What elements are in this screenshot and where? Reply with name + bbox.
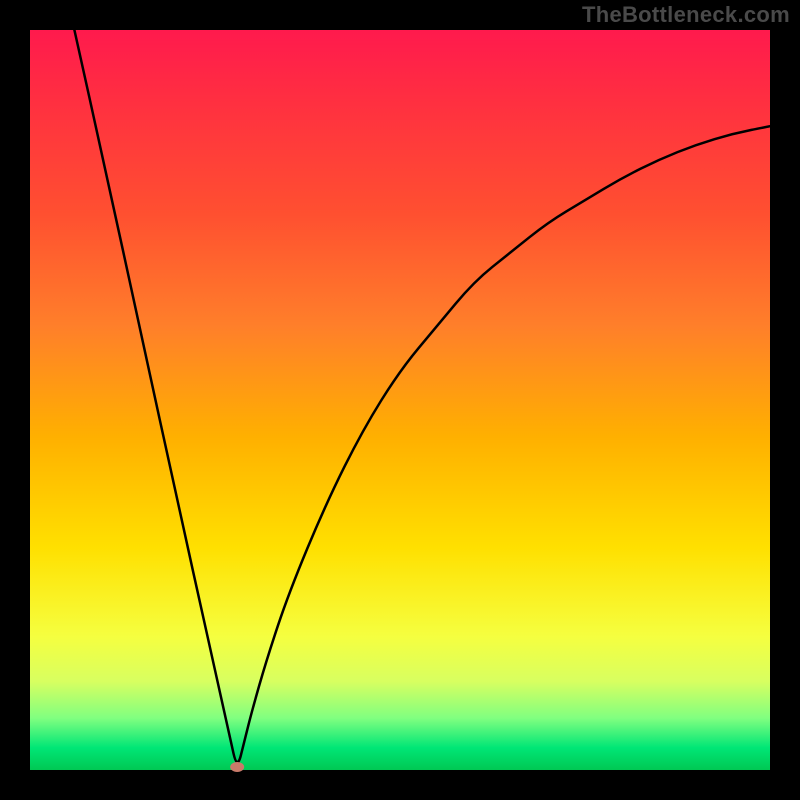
watermark-text: TheBottleneck.com [582,2,790,28]
min-point-marker [230,762,244,772]
chart-frame: TheBottleneck.com [0,0,800,800]
plot-area [30,30,770,770]
bottleneck-curve [30,30,770,770]
